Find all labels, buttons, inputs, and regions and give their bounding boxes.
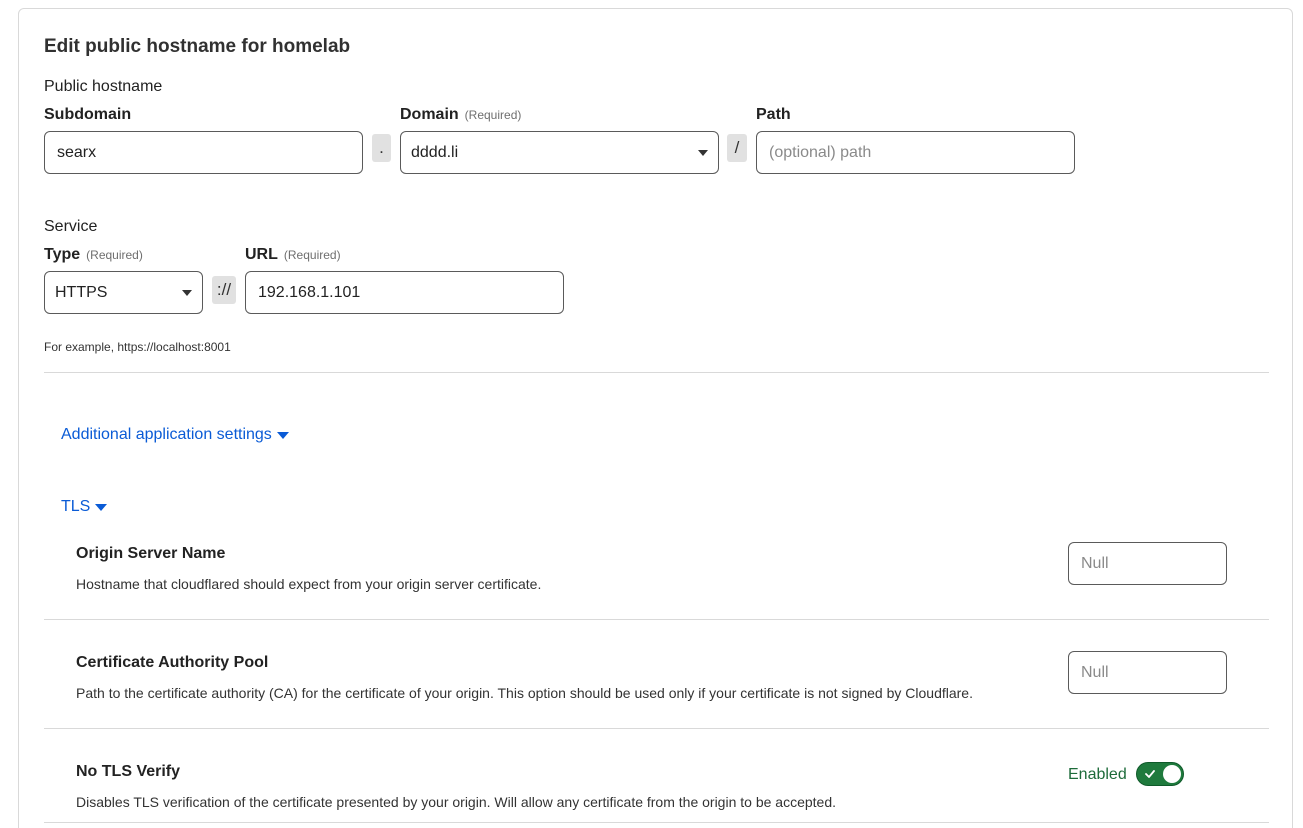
divider (44, 728, 1269, 729)
caret-down-icon (698, 149, 708, 156)
divider (44, 619, 1269, 620)
domain-required-tag: (Required) (464, 108, 522, 122)
tls-label: TLS (61, 498, 91, 515)
caret-down-icon (95, 503, 108, 511)
no-tls-verify-title: No TLS Verify (76, 763, 181, 780)
url-required-tag: (Required) (283, 248, 341, 262)
service-hint: For example, https://localhost:8001 (44, 340, 231, 354)
subdomain-label: Subdomain (44, 106, 132, 123)
divider (44, 822, 1269, 823)
url-label: URL (Required) (245, 246, 341, 263)
no-tls-verify-description: Disables TLS verification of the certifi… (76, 794, 836, 810)
caret-down-icon (276, 431, 289, 439)
type-required-tag: (Required) (86, 248, 143, 262)
subdomain-input[interactable] (44, 131, 363, 174)
url-input[interactable] (245, 271, 564, 314)
path-label: Path (756, 106, 791, 123)
additional-settings-toggle[interactable]: Additional application settings (61, 426, 289, 444)
service-section-label: Service (44, 218, 98, 235)
toggle-knob (1163, 765, 1181, 783)
domain-label: Domain (Required) (400, 106, 522, 123)
path-input[interactable] (756, 131, 1075, 174)
slash-separator: / (727, 134, 747, 162)
tls-toggle[interactable]: TLS (61, 498, 108, 516)
type-select[interactable]: HTTPS (44, 271, 203, 314)
type-select-value: HTTPS (55, 283, 108, 301)
edit-hostname-card: Edit public hostname for homelab Public … (18, 8, 1293, 828)
ca-pool-input[interactable] (1068, 651, 1227, 694)
origin-server-name-description: Hostname that cloudflared should expect … (76, 576, 542, 592)
ca-pool-title: Certificate Authority Pool (76, 654, 269, 671)
check-icon (1145, 770, 1155, 778)
domain-select-value: dddd.li (411, 143, 459, 161)
page-title: Edit public hostname for homelab (44, 36, 351, 57)
no-tls-verify-state-label: Enabled (1068, 766, 1127, 783)
divider (44, 372, 1269, 373)
public-hostname-section-label: Public hostname (44, 78, 163, 95)
additional-settings-label: Additional application settings (61, 426, 272, 443)
no-tls-verify-toggle[interactable] (1136, 762, 1184, 786)
dot-separator: . (372, 134, 391, 162)
origin-server-name-title: Origin Server Name (76, 545, 226, 562)
domain-select[interactable]: dddd.li (400, 131, 719, 174)
origin-server-name-input[interactable] (1068, 542, 1227, 585)
ca-pool-description: Path to the certificate authority (CA) f… (76, 685, 973, 701)
caret-down-icon (182, 289, 192, 296)
type-label: Type (Required) (44, 246, 143, 263)
scheme-separator: :// (212, 276, 236, 304)
